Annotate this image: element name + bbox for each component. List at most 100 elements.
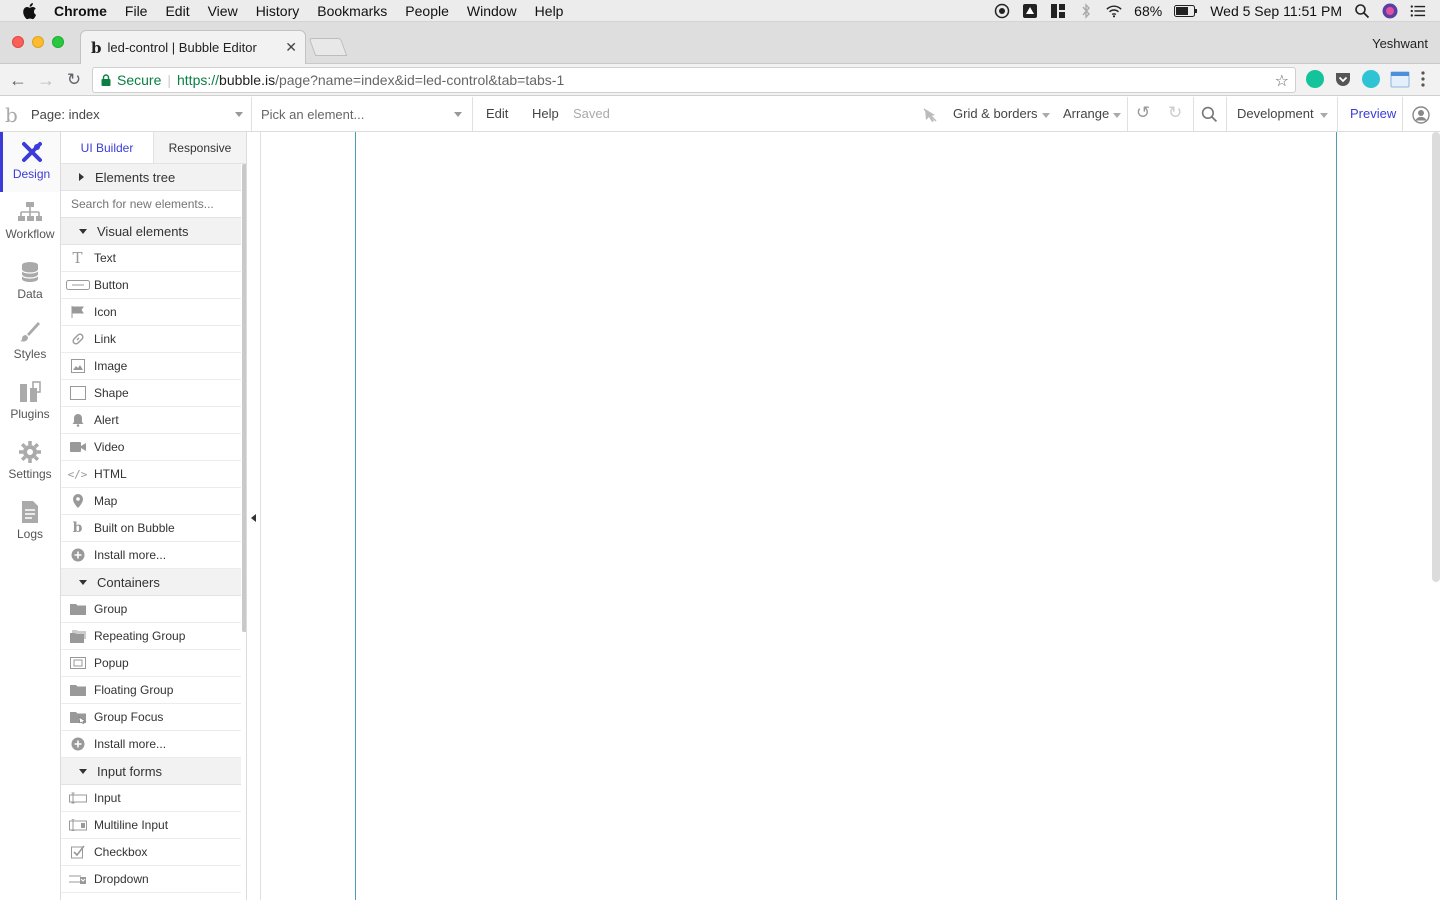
close-window-button[interactable] — [12, 36, 24, 48]
battery-icon[interactable] — [1174, 5, 1198, 17]
element-dropdown[interactable]: Dropdown — [61, 866, 241, 893]
bubble-logo-icon[interactable]: b — [5, 103, 18, 127]
element-picker[interactable]: Pick an element... — [253, 97, 473, 131]
input-forms-header[interactable]: Input forms — [61, 758, 241, 785]
panel-scrollbar[interactable] — [242, 164, 246, 632]
containers-header[interactable]: Containers — [61, 569, 241, 596]
element-html[interactable]: </> HTML — [61, 461, 241, 488]
redo-icon[interactable]: ↻ — [1168, 103, 1182, 123]
back-arrow-icon[interactable]: ← — [8, 70, 28, 90]
preview-button[interactable]: Preview — [1350, 106, 1396, 121]
visual-elements-header[interactable]: Visual elements — [61, 218, 241, 245]
element-repeating-group[interactable]: Repeating Group — [61, 623, 241, 650]
apple-icon[interactable] — [20, 2, 38, 20]
undo-icon[interactable]: ↺ — [1136, 103, 1150, 123]
menu-view[interactable]: View — [208, 3, 238, 19]
search-icon[interactable] — [1201, 106, 1218, 123]
element-checkbox[interactable]: Checkbox — [61, 839, 241, 866]
element-alert[interactable]: Alert — [61, 407, 241, 434]
grammarly-extension-icon[interactable] — [1306, 70, 1324, 88]
new-tab-button[interactable] — [308, 38, 348, 56]
menu-history[interactable]: History — [256, 3, 300, 19]
notification-center-icon[interactable] — [1410, 3, 1426, 19]
editor-canvas[interactable] — [260, 132, 1434, 900]
zoom-window-button[interactable] — [52, 36, 64, 48]
element-link[interactable]: Link — [61, 326, 241, 353]
menu-file[interactable]: File — [125, 3, 148, 19]
page-selector[interactable]: Page: index — [26, 97, 252, 131]
element-label: Install more... — [94, 548, 167, 562]
nav-styles[interactable]: Styles — [0, 312, 60, 372]
search-elements-input[interactable] — [71, 197, 231, 211]
menu-help[interactable]: Help — [535, 3, 564, 19]
element-icon[interactable]: Icon — [61, 299, 241, 326]
account-icon[interactable] — [1412, 106, 1430, 124]
close-tab-icon[interactable]: ✕ — [285, 39, 297, 56]
nav-data[interactable]: Data — [0, 252, 60, 312]
screen-record-icon[interactable] — [994, 3, 1010, 19]
minimize-window-button[interactable] — [32, 36, 44, 48]
element-map[interactable]: Map — [61, 488, 241, 515]
cursor-select-icon[interactable] — [922, 107, 938, 123]
bluetooth-icon[interactable] — [1078, 3, 1094, 19]
nav-settings[interactable]: Settings — [0, 432, 60, 492]
menubar-status-area: 68% Wed 5 Sep 11:51 PM — [994, 0, 1426, 22]
nav-workflow[interactable]: Workflow — [0, 192, 60, 252]
bookmark-star-icon[interactable]: ☆ — [1275, 71, 1289, 91]
menu-bookmarks[interactable]: Bookmarks — [317, 3, 387, 19]
menu-app-chrome[interactable]: Chrome — [54, 3, 107, 19]
pocket-extension-icon[interactable] — [1334, 70, 1352, 88]
elements-tree-header[interactable]: Elements tree — [61, 164, 241, 191]
nav-plugins[interactable]: Plugins — [0, 372, 60, 432]
element-label: Checkbox — [94, 845, 148, 859]
flag-icon — [61, 299, 94, 326]
spotlight-search-icon[interactable] — [1354, 3, 1370, 19]
edit-menu[interactable]: Edit — [486, 106, 508, 121]
element-shape[interactable]: Shape — [61, 380, 241, 407]
drive-icon[interactable] — [1022, 3, 1038, 19]
reload-icon[interactable]: ↻ — [64, 70, 84, 90]
wifi-icon[interactable] — [1106, 3, 1122, 19]
siri-icon[interactable] — [1382, 3, 1398, 19]
browser-tab-active[interactable]: b led-control | Bubble Editor ✕ — [80, 30, 306, 64]
plus-circle-icon — [61, 731, 94, 758]
nav-design[interactable]: Design — [0, 132, 60, 192]
element-button[interactable]: Button — [61, 272, 241, 299]
arrange-menu[interactable]: Arrange — [1063, 106, 1109, 121]
element-built-on-bubble[interactable]: b Built on Bubble — [61, 515, 241, 542]
canvas-scrollbar[interactable] — [1432, 132, 1440, 582]
element-popup[interactable]: Popup — [61, 650, 241, 677]
profile-name[interactable]: Yeshwant — [1372, 36, 1428, 51]
tab-responsive[interactable]: Responsive — [153, 132, 246, 163]
element-input[interactable]: Input — [61, 785, 241, 812]
url-text[interactable]: https://bubble.is/page?name=index&id=led… — [177, 72, 564, 88]
help-menu[interactable]: Help — [532, 106, 559, 121]
calendar-extension-icon[interactable] — [1390, 70, 1410, 88]
element-floating-group[interactable]: Floating Group — [61, 677, 241, 704]
element-text[interactable]: T Text — [61, 245, 241, 272]
containers-label: Containers — [97, 574, 160, 590]
menu-window[interactable]: Window — [467, 3, 517, 19]
address-bar[interactable]: Secure | https://bubble.is/page?name=ind… — [92, 67, 1296, 93]
menu-people[interactable]: People — [405, 3, 449, 19]
element-label: Popup — [94, 656, 129, 670]
element-install-more[interactable]: Install more... — [61, 542, 241, 569]
element-image[interactable]: Image — [61, 353, 241, 380]
chrome-menu-icon[interactable] — [1420, 70, 1426, 88]
element-multiline-input[interactable]: Multiline Input — [61, 812, 241, 839]
nav-logs[interactable]: Logs — [0, 492, 60, 552]
element-group[interactable]: Group — [61, 596, 241, 623]
menu-edit[interactable]: Edit — [165, 3, 189, 19]
meet-extension-icon[interactable] — [1362, 70, 1380, 88]
layout-icon[interactable] — [1050, 3, 1066, 19]
link-icon — [61, 326, 94, 353]
clock[interactable]: Wed 5 Sep 11:51 PM — [1210, 3, 1342, 19]
container-install-more[interactable]: Install more... — [61, 731, 241, 758]
environment-selector[interactable]: Development — [1237, 106, 1314, 121]
grid-borders-menu[interactable]: Grid & borders — [953, 106, 1038, 121]
forward-arrow-icon[interactable]: → — [36, 70, 56, 90]
tab-ui-builder[interactable]: UI Builder — [61, 132, 153, 163]
element-video[interactable]: Video — [61, 434, 241, 461]
element-group-focus[interactable]: Group Focus — [61, 704, 241, 731]
collapse-panel-icon[interactable] — [251, 514, 256, 522]
